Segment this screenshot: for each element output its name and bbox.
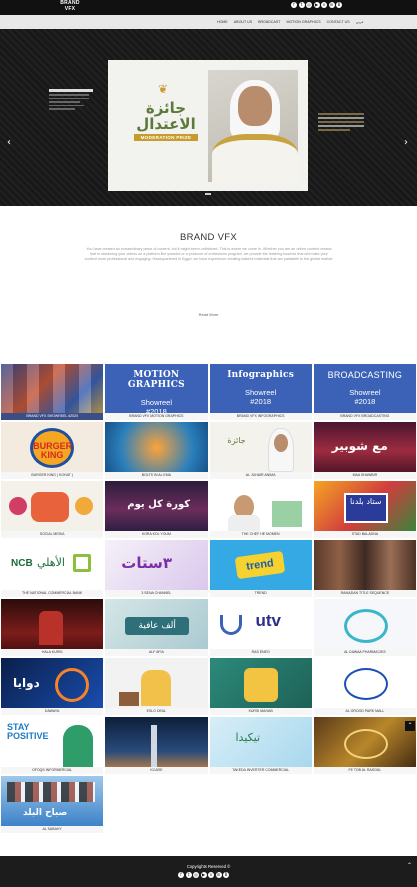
portfolio-item[interactable]: تيكيدا Takeda Inverter Commercial <box>208 716 313 775</box>
portfolio-item[interactable]: مع شوبير MAA SHAWBIR <box>312 421 417 480</box>
hero-left-caption <box>49 89 93 112</box>
portfolio-item[interactable]: BRAND VFX Showreel #2020 <box>0 363 105 421</box>
instagram-icon[interactable]: ◎ <box>306 2 312 8</box>
portfolio-item[interactable]: THE CHEF HE MOMEN <box>208 480 313 539</box>
slide-image: ❦ جائزة الاعتدال MODERATION PRIZE <box>108 60 308 191</box>
copyright-text: Copyrights Reserved © <box>186 864 231 869</box>
read-more-link[interactable]: Read More <box>0 312 417 317</box>
portfolio-item[interactable]: دوايا Dawaya <box>0 657 105 716</box>
portfolio-item[interactable]: ألف عافية Alf Afia <box>104 598 209 657</box>
portfolio-item[interactable]: كورة كل يوم KORA KOL YOUM <box>104 480 209 539</box>
portfolio-item[interactable]: Al Dawaa Pharmacies <box>312 598 417 657</box>
twitter-icon[interactable]: t <box>298 2 305 8</box>
portfolio-item[interactable]: Al Orood Park Mall <box>312 657 417 716</box>
portfolio-item[interactable]: Kursi Mahab <box>208 657 313 716</box>
butterfly-icon: ❦ <box>158 82 169 96</box>
portfolio-item[interactable]: KCARE <box>104 716 209 775</box>
scroll-top-button[interactable]: ⌃ <box>405 721 415 731</box>
main-nav: HOME ABOUT US BROADCAST MOTION GRAPHICS … <box>0 15 417 29</box>
portfolio-item[interactable]: BROADCASTING Showreel #2018 BRAND VFX BR… <box>312 363 417 421</box>
slider-dot[interactable] <box>205 193 211 195</box>
nav-arabic[interactable]: عربي <box>353 20 367 24</box>
portfolio-item[interactable]: Infographics Showreel #2018 BRAND VFX IN… <box>208 363 313 421</box>
portfolio-item[interactable]: BURGER KING Burger King ( Kohat ) <box>0 421 105 480</box>
vimeo-icon[interactable]: v <box>321 2 327 8</box>
nav-broadcast[interactable]: BROADCAST <box>255 20 283 24</box>
slider-prev-icon[interactable]: ‹ <box>7 137 11 148</box>
portfolio-item[interactable]: جائزة Al Juhair Anima <box>208 421 313 480</box>
portfolio-item[interactable]: trend Trend <box>208 539 313 598</box>
burger-king-logo: BURGER KING <box>30 428 75 468</box>
nav-home[interactable]: HOME <box>214 20 231 24</box>
moderation-prize-logo: ❦ جائزة الاعتدال MODERATION PRIZE <box>134 82 198 141</box>
portfolio-item[interactable]: Hala Kursi <box>0 598 105 657</box>
portfolio-item[interactable]: NCB الأهلي THE NATIONAL COMMERCIAL BANK <box>0 539 105 598</box>
instagram-icon[interactable]: ◎ <box>193 872 199 878</box>
portfolio-item[interactable]: ٣ستات 3 Sena Channel <box>104 539 209 598</box>
behance-icon[interactable]: B <box>336 2 342 8</box>
footer: Copyrights Reserved © f t ◎ ▶ v in B ⌃ <box>0 856 417 887</box>
portfolio-item[interactable]: SOCIAL MEDIA <box>0 480 105 539</box>
social-links-top: f t ◎ ▶ v in B <box>291 2 342 8</box>
brand-logo[interactable]: BRAND VFX <box>58 0 82 12</box>
behance-icon[interactable]: B <box>223 872 229 878</box>
about-text: You have created an extraordinary piece … <box>84 247 334 262</box>
portfolio-item[interactable]: STAY POSITIVE Ofoqs Informercial <box>0 716 105 775</box>
youtube-icon[interactable]: ▶ <box>313 2 320 8</box>
nav-about[interactable]: ABOUT US <box>231 20 255 24</box>
linkedin-icon[interactable]: in <box>215 872 222 878</box>
facebook-icon[interactable]: f <box>178 872 184 878</box>
portfolio-item[interactable]: ستاد بلدنا STAD BALADNA <box>312 480 417 539</box>
hero-right-caption <box>318 113 364 133</box>
social-links-footer: f t ◎ ▶ v in B <box>178 872 229 878</box>
portfolio-item[interactable]: Eslo Deal <box>104 657 209 716</box>
hero-slider: ❦ جائزة الاعتدال MODERATION PRIZE ‹ › <box>0 29 417 206</box>
slider-next-icon[interactable]: › <box>404 137 408 148</box>
portfolio-item[interactable]: utv Ras Eneo <box>208 598 313 657</box>
youtube-icon[interactable]: ▶ <box>200 872 207 878</box>
chevron-up-icon[interactable]: ⌃ <box>407 862 412 869</box>
nav-contact[interactable]: CONTACT US <box>324 20 353 24</box>
portfolio-item[interactable]: صباح البلد AL SABAHY <box>0 775 105 834</box>
vimeo-icon[interactable]: v <box>208 872 214 878</box>
portfolio-item[interactable]: MOTION GRAPHICS Showreel #2018 BRAND VFX… <box>104 363 209 421</box>
nav-motion-graphics[interactable]: MOTION GRAPHICS <box>283 20 323 24</box>
portfolio-item[interactable]: Ramadan Title Sequence <box>312 539 417 598</box>
about-title: BRAND VFX <box>179 232 238 243</box>
portfolio-item[interactable]: BOLTS IN AL EMA <box>104 421 209 480</box>
facebook-icon[interactable]: f <box>291 2 297 8</box>
linkedin-icon[interactable]: in <box>328 2 335 8</box>
top-bar: BRAND VFX f t ◎ ▶ v in B <box>0 0 417 15</box>
portfolio-item[interactable]: FE TOB AL RASOUL <box>312 716 417 775</box>
twitter-icon[interactable]: t <box>185 872 192 878</box>
